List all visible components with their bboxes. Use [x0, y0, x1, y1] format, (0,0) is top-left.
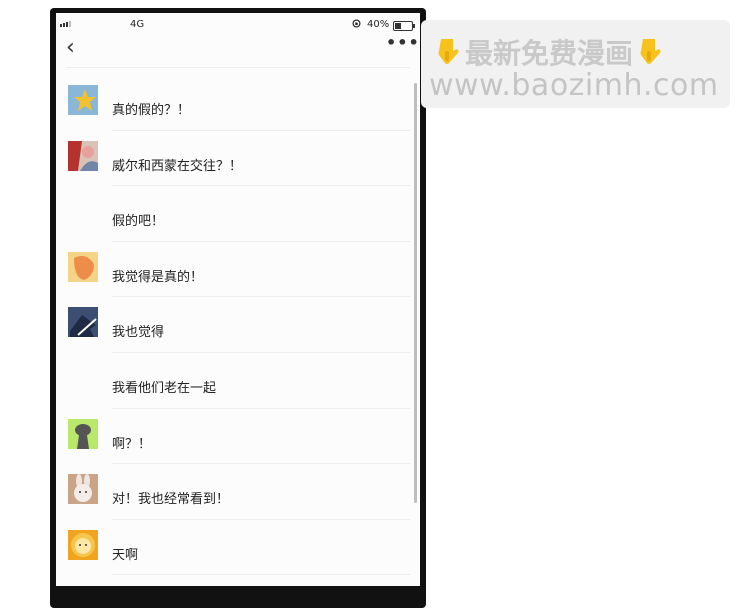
- comment-text: 威尔和西蒙在交往？！: [112, 158, 243, 174]
- orange-face-avatar[interactable]: [68, 251, 98, 282]
- nav-divider: [66, 67, 410, 68]
- comment-text: 我觉得是真的！: [112, 269, 204, 285]
- watermark-banner: 最新免费漫画 www.baozimh.com: [421, 20, 730, 108]
- silhouette-avatar[interactable]: [68, 418, 98, 449]
- chevron-left-icon[interactable]: ‹: [66, 35, 75, 60]
- comment-item[interactable]: 天啊: [56, 520, 420, 576]
- comment-text: 假的吧！: [112, 214, 165, 230]
- comment-item[interactable]: 假的吧！: [56, 186, 420, 242]
- comment-item[interactable]: 我觉得是真的！: [56, 242, 420, 298]
- network-type: 4G: [130, 19, 145, 30]
- comment-text: 对！我也经常看到！: [112, 492, 230, 508]
- phone-screen: 4G 40% ‹ ••• 真的假的？！ 威尔和西蒙在交往？！ 假的吧！ 我觉得是真的！…: [56, 13, 420, 586]
- scrollbar[interactable]: [414, 83, 417, 503]
- shark-avatar[interactable]: [68, 307, 98, 338]
- comment-list: 真的假的？！ 威尔和西蒙在交往？！ 假的吧！ 我觉得是真的！ 我也觉得我看他们老在一起啊…: [56, 75, 420, 576]
- comment-text: 啊？！: [112, 436, 152, 452]
- comment-divider: [112, 574, 410, 576]
- comment-text: 真的假的？！: [112, 103, 191, 118]
- pointing-down-hand-icon: [637, 37, 663, 67]
- comment-item[interactable]: 威尔和西蒙在交往？！: [56, 131, 420, 187]
- red-figure-avatar[interactable]: [68, 140, 98, 171]
- signal-icon: [60, 21, 71, 27]
- nav-bar: ‹ •••: [56, 33, 420, 69]
- watermark-url: www.baozimh.com: [429, 68, 719, 103]
- battery-percent: 40%: [367, 19, 390, 30]
- lion-avatar[interactable]: [68, 529, 98, 560]
- comment-item[interactable]: 我看他们老在一起: [56, 353, 420, 409]
- comment-text: 我看他们老在一起: [112, 380, 217, 396]
- comment-item[interactable]: 我也觉得: [56, 297, 420, 353]
- star-avatar[interactable]: [68, 85, 98, 115]
- battery-icon: [393, 21, 415, 31]
- rotation-lock-icon: [352, 19, 361, 31]
- rabbit-avatar[interactable]: [68, 474, 98, 505]
- more-dots-icon[interactable]: •••: [386, 33, 420, 52]
- comment-text: 我也觉得: [112, 325, 165, 341]
- pointing-down-hand-icon: [435, 37, 461, 67]
- status-bar: 4G 40%: [56, 13, 420, 35]
- watermark-title: 最新免费漫画: [465, 37, 634, 70]
- comment-item[interactable]: 真的假的？！: [56, 75, 420, 131]
- comment-item[interactable]: 对！我也经常看到！: [56, 464, 420, 520]
- comment-text: 天啊: [112, 547, 139, 563]
- comment-item[interactable]: 啊？！: [56, 409, 420, 465]
